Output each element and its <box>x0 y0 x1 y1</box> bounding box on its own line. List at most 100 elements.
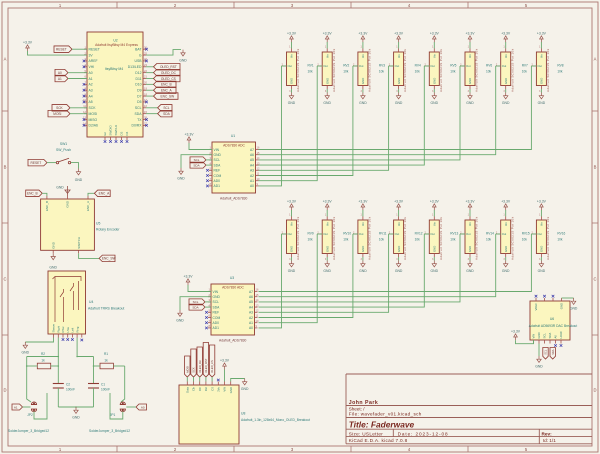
svg-text:+3.3V: +3.3V <box>323 31 333 35</box>
svg-text:GND: GND <box>290 246 294 252</box>
svg-text:+3.3V: +3.3V <box>501 31 511 35</box>
svg-text:C1: C1 <box>101 383 105 387</box>
svg-text:+3.3V: +3.3V <box>466 199 476 203</box>
svg-text:RV3: RV3 <box>379 64 385 68</box>
svg-text:10k: 10k <box>308 238 314 242</box>
svg-text:1k: 1k <box>104 359 108 363</box>
svg-text:VREF: VREF <box>534 303 538 311</box>
svg-text:A6: A6 <box>250 153 254 157</box>
svg-text:GND: GND <box>361 246 365 252</box>
svg-text:+3.3V: +3.3V <box>430 199 440 203</box>
svg-text:A1: A1 <box>250 179 254 183</box>
svg-text:A1: A1 <box>14 405 18 409</box>
svg-text:GND: GND <box>66 200 70 208</box>
svg-text:GND: GND <box>395 101 403 105</box>
svg-text:Out: Out <box>395 232 400 236</box>
svg-text:MOSI: MOSI <box>185 366 189 373</box>
svg-text:RV11: RV11 <box>379 232 387 236</box>
svg-text:GND: GND <box>502 101 510 105</box>
svg-text:SolderJumper_3_Bridged12: SolderJumper_3_Bridged12 <box>89 429 130 433</box>
svg-text:Id: 1/1: Id: 1/1 <box>543 438 556 443</box>
svg-text:COM: COM <box>213 316 221 320</box>
svg-text:VIN: VIN <box>213 290 219 294</box>
svg-text:Out: Out <box>430 232 435 236</box>
svg-text:En: En <box>103 131 107 135</box>
svg-text:A2: A2 <box>249 316 253 320</box>
svg-text:Out: Out <box>537 64 542 68</box>
svg-text:Vin: Vin <box>433 222 437 226</box>
svg-text:AD1: AD1 <box>214 184 221 188</box>
svg-text:ENC_B: ENC_B <box>45 201 49 211</box>
svg-text:U1: U1 <box>231 134 235 138</box>
svg-text:SDA: SDA <box>163 112 170 116</box>
svg-text:OLED_RST: OLED_RST <box>160 65 177 69</box>
svg-text:1k: 1k <box>41 359 45 363</box>
svg-text:SCK: SCK <box>56 106 63 110</box>
svg-text:REF: REF <box>213 311 220 315</box>
svg-text:A6: A6 <box>249 295 253 299</box>
svg-text:SCL: SCL <box>163 106 169 110</box>
svg-text:Vin: Vin <box>504 222 508 226</box>
svg-text:A0: A0 <box>89 71 93 75</box>
svg-text:Adafruit SC6021S Pot 10k: Adafruit SC6021S Pot 10k <box>475 216 479 260</box>
svg-text:GND: GND <box>431 101 439 105</box>
svg-text:GND: GND <box>397 246 401 252</box>
svg-text:BAT: BAT <box>135 48 141 52</box>
svg-text:Sleeve: Sleeve <box>52 324 56 333</box>
svg-text:SWDIO: SWDIO <box>109 125 113 136</box>
svg-text:SCL: SCL <box>135 106 142 110</box>
svg-text:A0: A0 <box>250 184 254 188</box>
svg-text:Adafruit SC6021S Pot 10k: Adafruit SC6021S Pot 10k <box>296 48 300 92</box>
svg-text:GND: GND <box>177 177 185 181</box>
svg-text:SCL: SCL <box>544 349 548 355</box>
svg-text:Vin: Vin <box>504 54 508 58</box>
svg-text:C: C <box>593 277 596 282</box>
svg-text:A5: A5 <box>249 300 253 304</box>
svg-text:GND: GND <box>504 246 508 252</box>
svg-text:A0: A0 <box>249 326 253 330</box>
svg-text:10k: 10k <box>379 238 385 242</box>
svg-text:Out: Out <box>359 64 364 68</box>
svg-text:JP1: JP1 <box>110 413 116 417</box>
svg-text:SWITCH: SWITCH <box>77 237 81 249</box>
svg-text:RV6: RV6 <box>486 64 492 68</box>
svg-text:Left: Left <box>71 328 75 333</box>
svg-text:10k: 10k <box>415 70 421 74</box>
svg-text:+3.3V: +3.3V <box>358 199 368 203</box>
svg-text:+3.3V: +3.3V <box>394 31 404 35</box>
svg-text:+3.3V: +3.3V <box>23 40 33 44</box>
svg-text:A2: A2 <box>89 83 93 87</box>
svg-text:A1: A1 <box>249 321 253 325</box>
svg-text:VIN: VIN <box>223 387 227 392</box>
svg-text:GND: GND <box>504 78 508 84</box>
svg-text:SDA: SDA <box>214 163 222 167</box>
svg-text:D12: D12 <box>135 71 141 75</box>
svg-text:GND: GND <box>56 186 64 190</box>
svg-text:SCL: SCL <box>213 300 220 304</box>
svg-text:Vin: Vin <box>468 222 472 226</box>
svg-text:Adafruit SC6021S Pot 10k: Adafruit SC6021S Pot 10k <box>368 216 372 260</box>
svg-text:KiCad E.D.A. kicad 7.0.8: KiCad E.D.A. kicad 7.0.8 <box>349 438 408 443</box>
svg-text:A7: A7 <box>249 290 253 294</box>
svg-text:GND: GND <box>560 303 564 309</box>
svg-text:Out: Out <box>288 64 293 68</box>
svg-text:A0: A0 <box>58 71 62 75</box>
svg-text:10k: 10k <box>415 238 421 242</box>
svg-text:Vin: Vin <box>397 222 401 226</box>
svg-text:RV5: RV5 <box>450 64 456 68</box>
svg-text:U3: U3 <box>230 276 234 280</box>
svg-text:R1: R1 <box>104 352 108 356</box>
svg-text:10k: 10k <box>450 238 456 242</box>
svg-text:JP2: JP2 <box>27 413 33 417</box>
svg-text:SCL: SCL <box>214 158 221 162</box>
svg-text:Size: USLetter: Size: USLetter <box>349 431 384 436</box>
svg-text:Rev:: Rev: <box>542 431 553 436</box>
svg-text:SCK: SCK <box>89 106 97 110</box>
svg-text:A3: A3 <box>249 311 253 315</box>
svg-text:Vin: Vin <box>433 54 437 58</box>
svg-text:Adafruit SC6021S Pot 10k: Adafruit SC6021S Pot 10k <box>546 216 550 260</box>
svg-text:D11: D11 <box>136 77 142 81</box>
svg-text:Out: Out <box>502 64 507 68</box>
svg-text:3V: 3V <box>89 53 94 57</box>
svg-text:D2/A6: D2/A6 <box>89 124 99 128</box>
